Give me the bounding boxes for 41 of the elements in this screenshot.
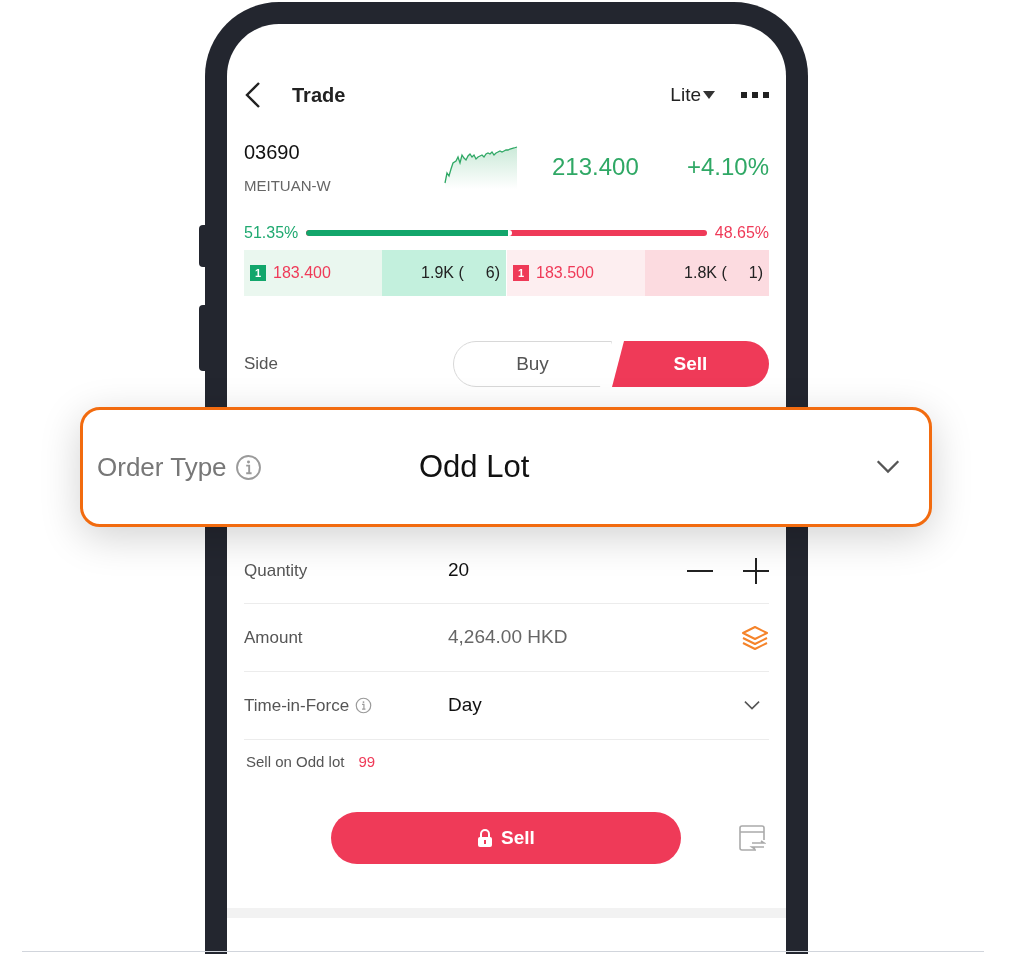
side-tab[interactable]: Sell [612, 341, 769, 387]
stock-code: 03690 [244, 139, 301, 165]
chevron-down-icon[interactable] [743, 700, 761, 711]
order-type-card[interactable]: Order Type Odd Lot [80, 407, 932, 527]
plus-icon[interactable] [743, 557, 769, 584]
level-badge: 1 [513, 265, 529, 281]
more-icon[interactable] [741, 92, 769, 98]
order-type-value: Odd Lot [419, 447, 531, 486]
quote-price: 183.400 [273, 263, 331, 283]
quote-volume: 1.9K ( [421, 263, 464, 283]
order-count: 1) [748, 263, 763, 283]
order-count: 6) [485, 263, 500, 283]
layers-icon[interactable] [741, 624, 769, 651]
sell-button[interactable]: Sell [331, 812, 681, 864]
field-label: Order Type [97, 450, 227, 484]
stock-name: MEITUAN-W [244, 175, 332, 196]
note-text: Sell on Odd lot [246, 751, 345, 772]
info-icon[interactable] [234, 453, 262, 481]
back-icon[interactable] [244, 81, 262, 109]
info-icon[interactable] [355, 697, 373, 714]
lock-icon [477, 829, 494, 847]
page-title: Trade [292, 83, 346, 108]
field-value: 4,264.00 HKD [448, 625, 569, 650]
price-change: +4.10% [686, 152, 769, 182]
odd-lot-count: 99 [358, 751, 376, 772]
bid-ratio: 51.35% [244, 223, 299, 243]
stock-price: 213.400 [552, 152, 639, 182]
field-value[interactable]: 20 [448, 556, 687, 585]
mode-dropdown[interactable]: Lite [670, 80, 715, 110]
quote-volume: 1.8K ( [684, 263, 727, 283]
select-value[interactable]: Day [448, 691, 743, 720]
chevron-down-icon[interactable] [875, 459, 901, 475]
ask-ratio: 48.65% [714, 223, 769, 243]
caret-icon [703, 91, 715, 99]
side-tab[interactable]: Buy [453, 341, 612, 387]
field-label: Side [244, 353, 279, 376]
level-badge: 1 [250, 265, 266, 281]
field-label: Time-in-Force [244, 694, 350, 717]
field-label: Quantity [244, 559, 308, 582]
quote-price: 183.500 [536, 263, 594, 283]
field-label: Amount [244, 626, 303, 649]
